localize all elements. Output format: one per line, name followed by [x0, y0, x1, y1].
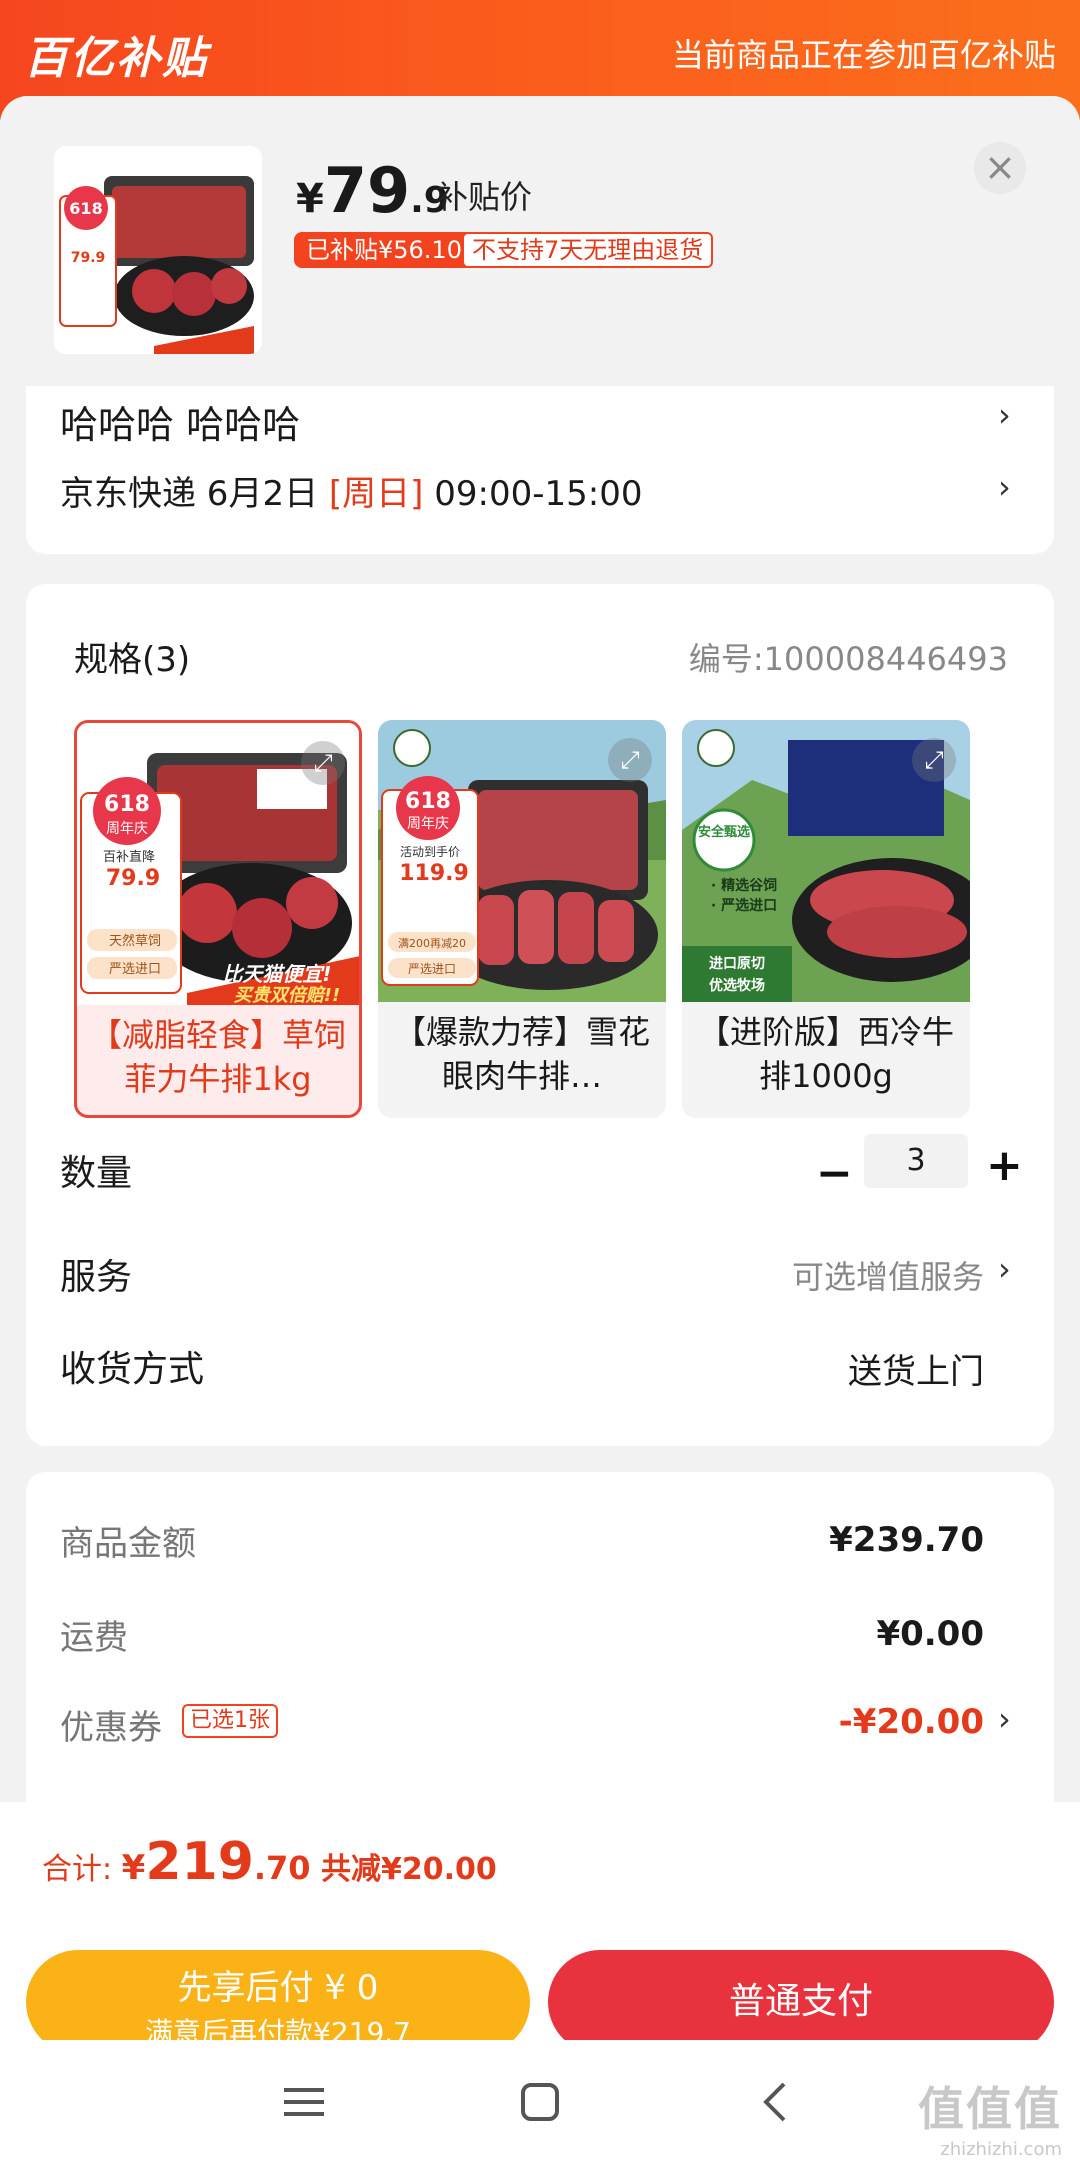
sku2-anniv-sub: 周年庆	[407, 816, 449, 832]
subsidy-badge: 已补贴¥56.10	[294, 232, 474, 268]
sku1-promo: 比天猫便宜!	[222, 962, 331, 986]
sku2-anniv: 618	[405, 789, 451, 814]
watermark-url: zhizhizhi.com	[940, 2139, 1062, 2160]
chevron-right-icon[interactable]: ›	[998, 1700, 1011, 1738]
product-price: ¥79.9	[296, 154, 449, 227]
sku-option-2[interactable]: 618 周年庆 活动到手价 119.9 满200再减20 严选进口 ⤢ 【爆款力…	[378, 720, 666, 1118]
watermark: 值值值 zhizhizhi.com	[918, 2073, 1062, 2160]
sku-option-3[interactable]: 安全甄选 · 精选谷饲 · 严选进口 进口原切 优选牧场 ⤢ 【进阶版】西冷牛排…	[682, 720, 970, 1118]
subsidy-logo: 百亿补贴	[24, 33, 208, 84]
sku3-feat2: · 严选进口	[711, 897, 777, 914]
sku3-feat1: · 精选谷饲	[711, 877, 777, 894]
sku2-tag-discount: 满200再减20	[398, 937, 466, 950]
recipient-name: 哈哈哈 哈哈哈	[60, 403, 301, 447]
delivery-method-value[interactable]: 送货上门	[848, 1344, 984, 1393]
total-integer: 219	[145, 1832, 254, 1892]
close-button[interactable]: ×	[974, 142, 1026, 194]
expand-icon[interactable]: ⤢	[912, 738, 956, 782]
coupon-label: 优惠券	[60, 1708, 162, 1748]
product-anniv-text: 618	[69, 199, 102, 218]
chevron-right-icon: ›	[998, 468, 1011, 506]
shipping-carrier-date: 京东快递 6月2日	[60, 474, 329, 514]
watermark-logo: 值值值	[918, 2082, 1062, 2136]
product-thumb-price: 79.9	[71, 250, 106, 266]
order-sheet: 618 79.9 ¥79.9 补贴价 已补贴¥56.10 不支持7天无理由退货 …	[0, 96, 1080, 2168]
service-label: 服务	[60, 1257, 133, 1298]
total-decimal: .70	[253, 1849, 311, 1887]
system-nav-bar: 值值值 zhizhizhi.com	[0, 2040, 1080, 2168]
sku2-tag-import: 严选进口	[408, 962, 456, 976]
sku-label: 【减脂轻食】草饲菲力牛排1kg	[89, 1016, 346, 1098]
pay-later-button[interactable]: 先享后付 ¥ 0 满意后再付款¥219.7	[26, 1950, 530, 2054]
close-icon: ×	[984, 145, 1016, 189]
sku-option-1[interactable]: 618 周年庆 百补直降 79.9 天然草饲 严选进口 比天猫便宜! 买贵双倍赔…	[74, 720, 362, 1118]
sku2-price-label: 活动到手价	[400, 845, 460, 859]
coupon-value[interactable]: -¥20.00	[839, 1702, 984, 1742]
expand-icon[interactable]: ⤢	[608, 738, 652, 782]
sku-label: 【爆款力荐】雪花眼肉牛排…	[393, 1013, 650, 1095]
sku-image: 618 周年庆 百补直降 79.9 天然草饲 严选进口 比天猫便宜! 买贵双倍赔…	[77, 723, 359, 1005]
total-savings: 共减¥20.00	[310, 1852, 497, 1887]
sku3-origin1: 进口原切	[709, 956, 765, 972]
total-label: 合计:	[42, 1852, 122, 1887]
price-integer: 79	[323, 154, 411, 227]
sku1-anniv-sub: 周年庆	[106, 821, 148, 837]
address-card[interactable]: 哈哈哈 哈哈哈 › 京东快递 6月2日 [周日] 09:00-15:00 ›	[26, 386, 1054, 554]
price-tag: 补贴价	[436, 178, 533, 216]
goods-amount-label: 商品金额	[60, 1524, 196, 1564]
sku2-price: 119.9	[399, 861, 469, 886]
sku1-price: 79.9	[106, 866, 160, 891]
spec-card: 规格(3) 编号:100008446493 618 周年庆 百补直降 79.9 …	[26, 584, 1054, 1446]
total-currency: ¥	[121, 1848, 146, 1888]
delivery-method-label: 收货方式	[60, 1349, 205, 1390]
quantity-input[interactable]: 3	[864, 1134, 968, 1188]
return-policy-badge: 不支持7天无理由退货	[462, 232, 714, 268]
quantity-increase-button[interactable]: +	[986, 1140, 1023, 1191]
pay-later-title: 先享后付 ¥ 0	[177, 1968, 379, 2008]
chevron-right-icon: ›	[998, 396, 1011, 434]
shipping-fee-label: 运费	[60, 1618, 128, 1658]
expand-icon[interactable]: ⤢	[301, 741, 345, 785]
sku-image: 618 周年庆 活动到手价 119.9 满200再减20 严选进口 ⤢	[378, 720, 666, 1002]
subsidy-banner-text: 当前商品正在参加百亿补贴	[671, 36, 1056, 74]
coupon-selected-badge: 已选1张	[182, 1704, 278, 1738]
quantity-decrease-button[interactable]: −	[816, 1148, 853, 1199]
sku-label: 【进阶版】西冷牛排1000g	[697, 1013, 954, 1095]
menu-icon[interactable]	[274, 2072, 334, 2132]
service-value[interactable]: 可选增值服务	[792, 1252, 984, 1298]
sku1-anniv: 618	[104, 792, 150, 817]
shipping-day: [周日]	[328, 474, 424, 514]
sku3-origin2: 优选牧场	[709, 977, 765, 994]
price-currency: ¥	[296, 176, 324, 222]
product-thumbnail[interactable]: 618 79.9	[54, 146, 262, 354]
quantity-label: 数量	[60, 1153, 133, 1194]
pay-now-button[interactable]: 普通支付	[548, 1950, 1054, 2054]
fee-card: 商品金额 ¥239.70 运费 ¥0.00 优惠券 已选1张 -¥20.00 ›	[26, 1472, 1054, 1802]
sku1-price-label: 百补直降	[103, 850, 155, 865]
shipping-time: 09:00-15:00	[423, 474, 643, 514]
sku-image: 安全甄选 · 精选谷饲 · 严选进口 进口原切 优选牧场 ⤢	[682, 720, 970, 1002]
sku1-promo2: 买贵双倍赔!!	[234, 985, 340, 1005]
product-number: 编号:100008446493	[688, 640, 1008, 678]
sku1-tag-grass: 天然草饲	[109, 933, 161, 949]
home-icon[interactable]	[510, 2072, 570, 2132]
order-total: 合计: ¥219.70 共减¥20.00	[42, 1832, 497, 1892]
shipping-fee-value: ¥0.00	[876, 1614, 984, 1654]
spec-title: 规格(3)	[74, 640, 191, 680]
sku1-tag-import: 严选进口	[109, 962, 161, 977]
back-icon[interactable]	[746, 2072, 806, 2132]
chevron-right-icon[interactable]: ›	[998, 1250, 1011, 1288]
sku3-safe: 安全甄选	[698, 824, 750, 840]
product-header: 618 79.9 ¥79.9 补贴价 已补贴¥56.10 不支持7天无理由退货 …	[0, 96, 1080, 386]
goods-amount-value: ¥239.70	[829, 1520, 984, 1560]
shipping-info[interactable]: 京东快递 6月2日 [周日] 09:00-15:00	[60, 466, 642, 515]
